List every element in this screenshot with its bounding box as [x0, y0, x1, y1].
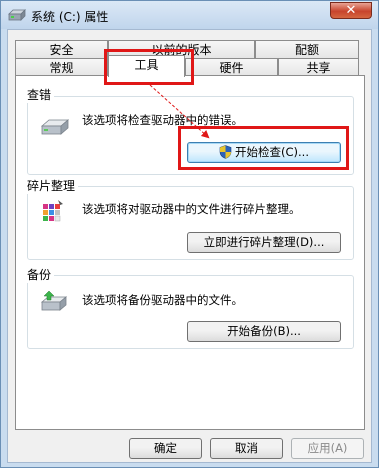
pointer-arrow-icon — [149, 84, 210, 139]
